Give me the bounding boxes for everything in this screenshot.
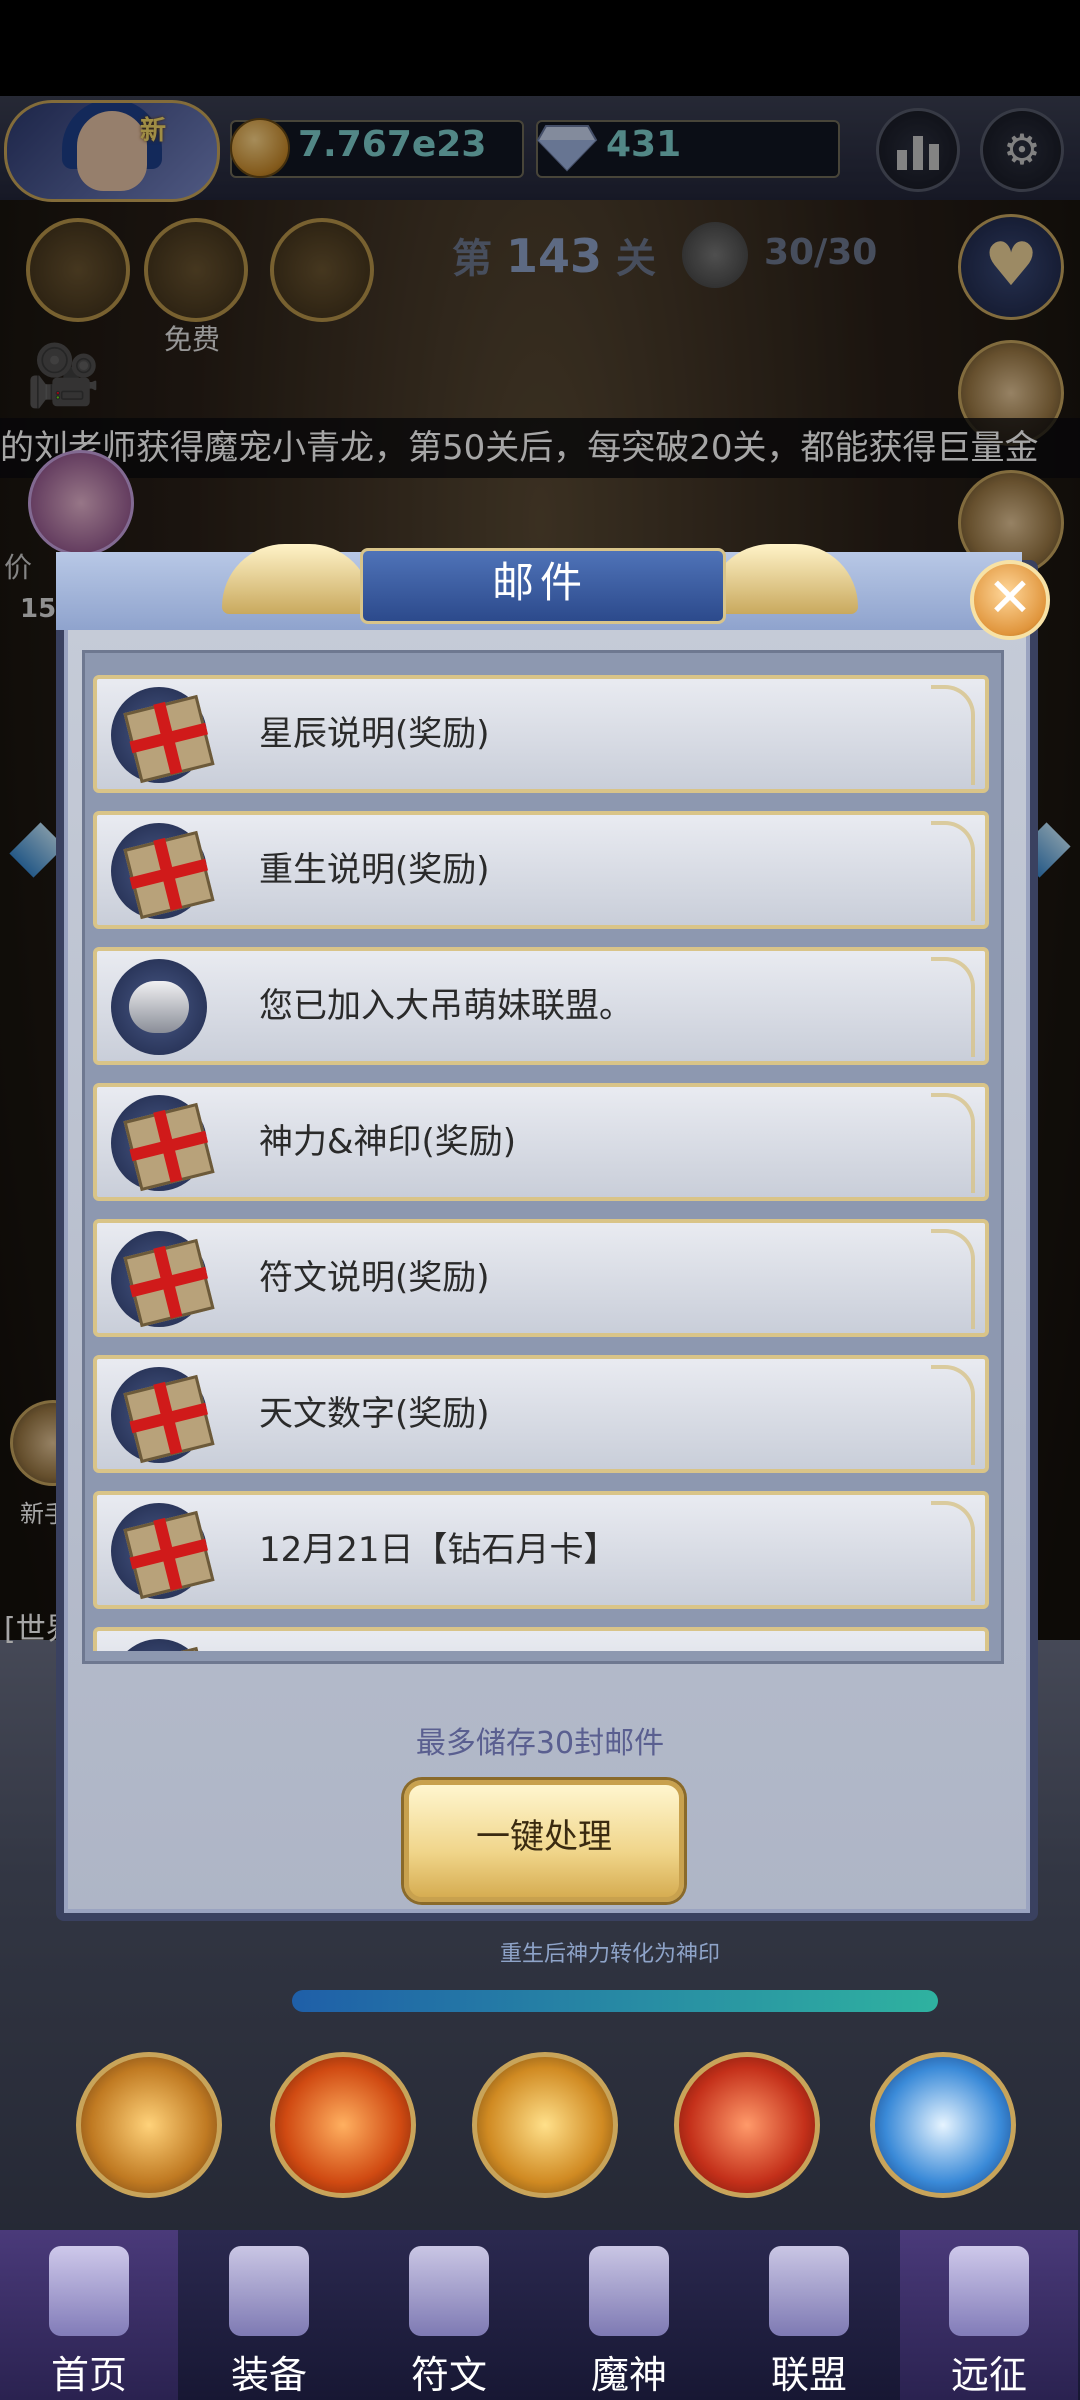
gift-box-icon xyxy=(111,823,215,920)
bottom-navigation: 首页 装备 符文 魔神 联盟 远征 xyxy=(0,2230,1080,2400)
nav-home[interactable]: 首页 xyxy=(0,2230,178,2400)
nav-runes[interactable]: 符文 xyxy=(360,2230,538,2400)
gift-box-icon xyxy=(111,1367,215,1464)
alliance-crest-icon xyxy=(769,2246,849,2336)
mail-list[interactable]: 星辰说明(奖励) 重生说明(奖励) 您已加入大吊萌妹联盟。 神力&神印(奖励) … xyxy=(82,650,1004,1664)
mail-item[interactable]: 天文数字(奖励) xyxy=(93,1355,989,1473)
fire-warrior-skill-icon[interactable] xyxy=(270,2052,416,2198)
close-icon: ✕ xyxy=(987,566,1033,629)
item-corner-ornament xyxy=(931,1093,975,1193)
crossed-swords-icon xyxy=(949,2246,1029,2336)
mail-item-title: 重生说明(奖励) xyxy=(259,850,490,890)
mail-item[interactable]: 您已加入大吊萌妹联盟。 xyxy=(93,947,989,1065)
mail-item-title: 12月21日【钻石月卡】 xyxy=(259,1530,618,1570)
nav-label: 联盟 xyxy=(770,2353,847,2397)
progress-caption: 重生后神力转化为神印 xyxy=(499,1942,720,1967)
nav-demon-god[interactable]: 魔神 xyxy=(540,2230,718,2400)
mail-item-title: 您已加入大吊萌妹联盟。 xyxy=(259,986,633,1026)
item-corner-ornament xyxy=(931,1229,975,1329)
item-corner-ornament xyxy=(931,1501,975,1601)
handshake-icon xyxy=(111,959,207,1055)
mail-item[interactable]: 符文说明(奖励) xyxy=(93,1219,989,1337)
nav-label: 远征 xyxy=(950,2353,1027,2397)
nav-label: 装备 xyxy=(230,2353,307,2397)
mail-item[interactable]: 重生说明(奖励) xyxy=(93,811,989,929)
mail-item-title: 天文数字(奖励) xyxy=(259,1394,490,1434)
mail-item[interactable]: 星辰说明(奖励) xyxy=(93,675,989,793)
ice-blade-skill-icon[interactable] xyxy=(870,2052,1016,2198)
mail-item-title: 神力&神印(奖励) xyxy=(259,1122,517,1162)
item-corner-ornament xyxy=(931,1365,975,1465)
gift-box-icon xyxy=(111,1503,215,1600)
nav-expedition[interactable]: 远征 xyxy=(900,2230,1078,2400)
nav-equipment[interactable]: 装备 xyxy=(180,2230,358,2400)
mail-capacity-note: 最多储存30封邮件 xyxy=(415,1726,665,1761)
item-corner-ornament xyxy=(931,821,975,921)
progress-fill xyxy=(292,1990,938,2012)
mail-item[interactable]: 12月21日【钻石月卡】 xyxy=(93,1491,989,1609)
unicorn-icon xyxy=(49,2246,129,2336)
flame-orb-skill-icon[interactable] xyxy=(472,2052,618,2198)
process-all-button[interactable]: 一键处理 xyxy=(404,1780,684,1902)
phoenix-wing-skill-icon[interactable] xyxy=(674,2052,820,2198)
nav-label: 符文 xyxy=(410,2353,487,2397)
gift-box-icon xyxy=(111,1095,215,1192)
close-button[interactable]: ✕ xyxy=(970,560,1050,640)
rune-hexagon-icon xyxy=(409,2246,489,2336)
sword-emblem-icon xyxy=(229,2246,309,2336)
item-corner-ornament xyxy=(931,957,975,1057)
gift-box-icon xyxy=(111,687,215,784)
nav-alliance[interactable]: 联盟 xyxy=(720,2230,898,2400)
nav-label: 首页 xyxy=(50,2353,127,2397)
mail-item[interactable]: 神力&神印(奖励) xyxy=(93,1083,989,1201)
item-corner-ornament xyxy=(931,685,975,785)
dragon-skill-icon[interactable] xyxy=(76,2052,222,2198)
helmet-icon xyxy=(589,2246,669,2336)
gift-box-icon xyxy=(111,1231,215,1328)
mail-dialog-title: 邮件 xyxy=(491,558,588,607)
nav-label: 魔神 xyxy=(590,2353,667,2397)
mail-item-title: 星辰说明(奖励) xyxy=(259,714,490,754)
list-footer-mask xyxy=(85,1651,1001,1661)
mail-item-title: 符文说明(奖励) xyxy=(259,1258,490,1298)
